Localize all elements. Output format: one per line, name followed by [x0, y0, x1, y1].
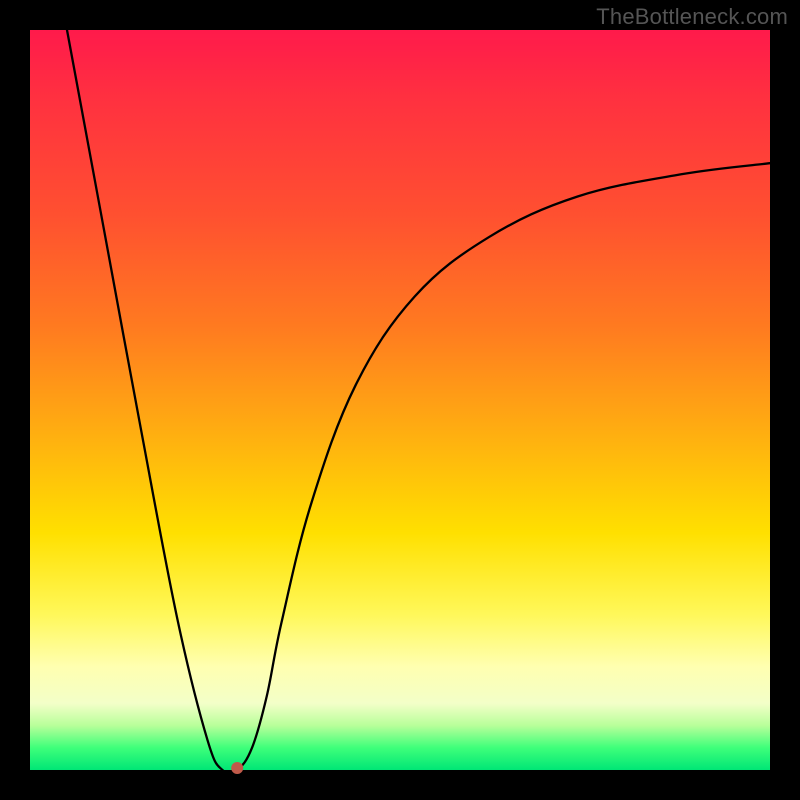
watermark-text: TheBottleneck.com	[596, 4, 788, 30]
bottleneck-curve-path	[67, 30, 770, 774]
chart-frame: TheBottleneck.com	[0, 0, 800, 800]
plot-area	[30, 30, 770, 770]
optimum-marker	[231, 762, 243, 774]
curve-svg	[30, 30, 770, 770]
